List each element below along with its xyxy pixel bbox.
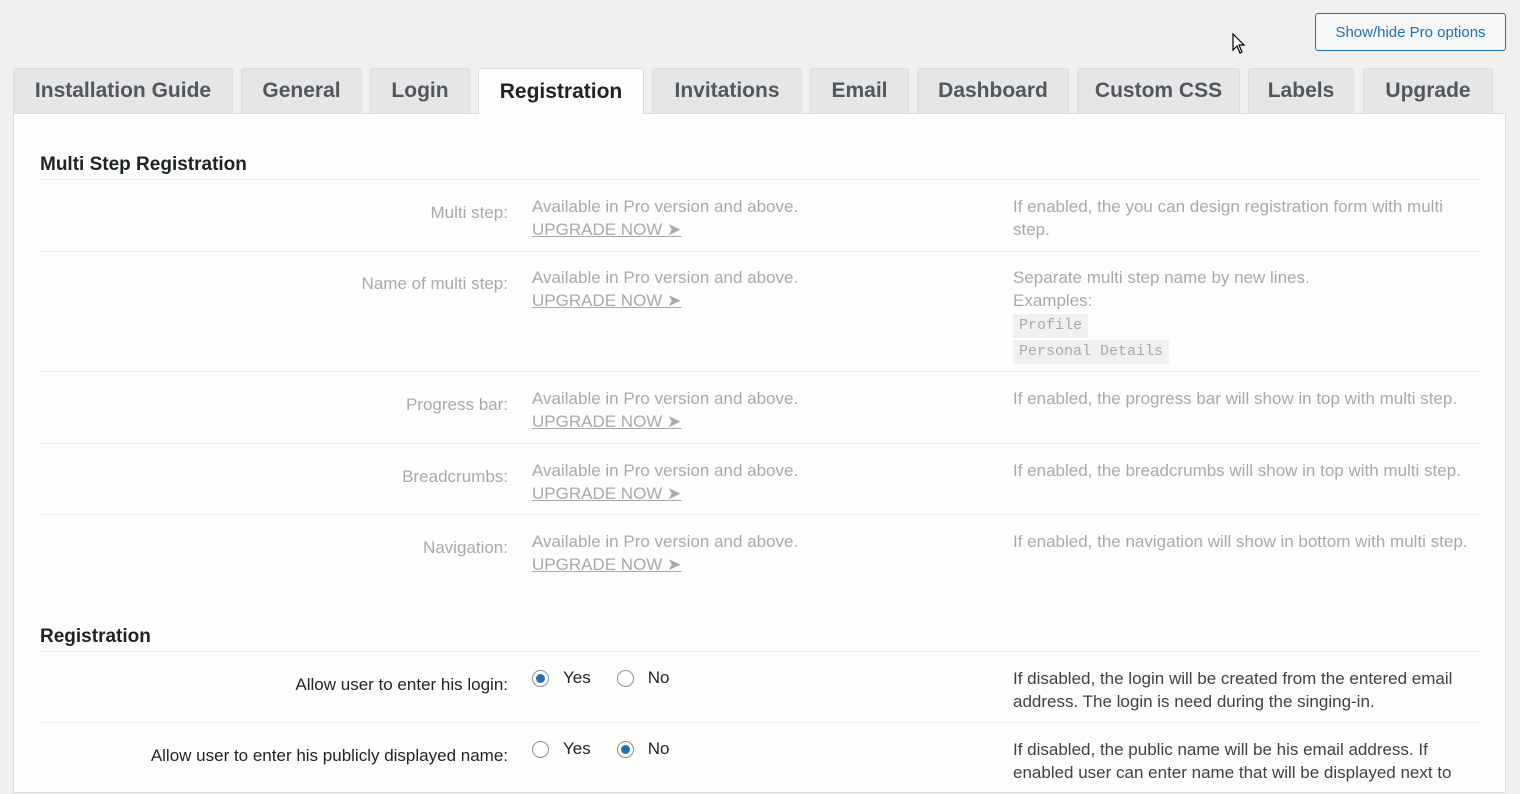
radio-button-checked[interactable] [616, 740, 634, 758]
setting-row-multi-step: Multi step: Available in Pro version and… [40, 180, 1480, 251]
pro-availability-text: Available in Pro version and above. [532, 197, 799, 216]
pro-notice: Available in Pro version and above. UPGR… [532, 266, 798, 312]
setting-label: Breadcrumbs: [402, 467, 508, 486]
pro-availability-text: Available in Pro version and above. [532, 461, 799, 480]
setting-label: Navigation: [422, 538, 508, 557]
tab-upgrade[interactable]: Upgrade [1363, 68, 1493, 113]
pro-availability-text: Available in Pro version and above. [532, 532, 799, 551]
pro-availability-text: Available in Pro version and above. [532, 268, 799, 287]
mouse-cursor-icon [1232, 33, 1246, 54]
tab-installation-guide[interactable]: Installation Guide [13, 68, 233, 113]
upgrade-now-link[interactable]: UPGRADE NOW ➤ [532, 410, 798, 433]
allow-public-name-yes-option[interactable]: Yes [532, 739, 591, 759]
help-text: If enabled, the progress bar will show i… [1013, 389, 1458, 408]
setting-label: Allow user to enter his publicly display… [150, 746, 508, 765]
allow-public-name-radio-group: Yes No [532, 739, 695, 759]
setting-label: Multi step: [430, 203, 508, 222]
allow-public-name-no-option[interactable]: No [616, 739, 670, 759]
section-title-multi-step: Multi Step Registration [40, 154, 247, 175]
setting-label: Name of multi step: [361, 274, 508, 293]
tab-labels[interactable]: Labels [1248, 68, 1354, 113]
tab-custom-css[interactable]: Custom CSS [1077, 68, 1240, 113]
examples-label: Examples: [1013, 291, 1093, 310]
help-text: If enabled, the breadcrumbs will show in… [1013, 461, 1461, 480]
setting-label: Progress bar: [405, 395, 508, 414]
help-text: Separate multi step name by new lines. E… [1013, 266, 1473, 364]
example-code: Personal Details [1013, 340, 1170, 364]
radio-label-yes: Yes [563, 739, 591, 758]
pro-notice: Available in Pro version and above. UPGR… [532, 387, 798, 433]
example-code: Profile [1013, 314, 1089, 338]
help-text: If disabled, the login will be created f… [1013, 669, 1453, 711]
pro-notice: Available in Pro version and above. UPGR… [532, 530, 798, 576]
setting-row-allow-public-name: Allow user to enter his publicly display… [40, 723, 1480, 794]
setting-row-allow-login: Allow user to enter his login: Yes No If… [40, 652, 1480, 723]
allow-login-yes-option[interactable]: Yes [532, 668, 591, 688]
tab-dashboard[interactable]: Dashboard [917, 68, 1069, 113]
radio-label-no: No [647, 739, 670, 758]
tab-invitations[interactable]: Invitations [652, 68, 802, 113]
help-description: Separate multi step name by new lines. [1013, 268, 1310, 287]
upgrade-now-link[interactable]: UPGRADE NOW ➤ [532, 218, 798, 241]
setting-row-navigation: Navigation: Available in Pro version and… [40, 515, 1480, 586]
setting-row-breadcrumbs: Breadcrumbs: Available in Pro version an… [40, 444, 1480, 515]
help-text: If enabled, the navigation will show in … [1013, 532, 1468, 551]
allow-login-radio-group: Yes No [532, 668, 695, 688]
setting-row-name-of-multi-step: Name of multi step: Available in Pro ver… [40, 251, 1480, 371]
section-title-registration: Registration [40, 626, 151, 647]
setting-label: Allow user to enter his login: [295, 675, 508, 694]
radio-label-yes: Yes [563, 668, 591, 687]
setting-row-progress-bar: Progress bar: Available in Pro version a… [40, 372, 1480, 443]
upgrade-now-link[interactable]: UPGRADE NOW ➤ [532, 482, 798, 505]
settings-panel: Multi Step Registration Multi step: Avai… [13, 113, 1506, 793]
pro-notice: Available in Pro version and above. UPGR… [532, 195, 798, 241]
radio-label-no: No [647, 668, 670, 687]
help-text: If enabled, the you can design registrat… [1013, 197, 1443, 239]
upgrade-now-link[interactable]: UPGRADE NOW ➤ [532, 553, 798, 576]
tab-email[interactable]: Email [810, 68, 909, 113]
radio-button-checked[interactable] [532, 669, 549, 687]
allow-login-no-option[interactable]: No [616, 668, 670, 688]
pro-notice: Available in Pro version and above. UPGR… [532, 459, 798, 505]
upgrade-now-link[interactable]: UPGRADE NOW ➤ [532, 289, 798, 312]
radio-button[interactable] [532, 740, 549, 758]
tab-login[interactable]: Login [370, 68, 470, 113]
show-hide-pro-options-button[interactable]: Show/hide Pro options [1315, 13, 1506, 51]
tab-registration[interactable]: Registration [478, 68, 644, 114]
radio-button[interactable] [616, 669, 634, 687]
help-text: If disabled, the public name will be his… [1013, 740, 1452, 782]
tab-general[interactable]: General [241, 68, 362, 113]
pro-availability-text: Available in Pro version and above. [532, 389, 799, 408]
